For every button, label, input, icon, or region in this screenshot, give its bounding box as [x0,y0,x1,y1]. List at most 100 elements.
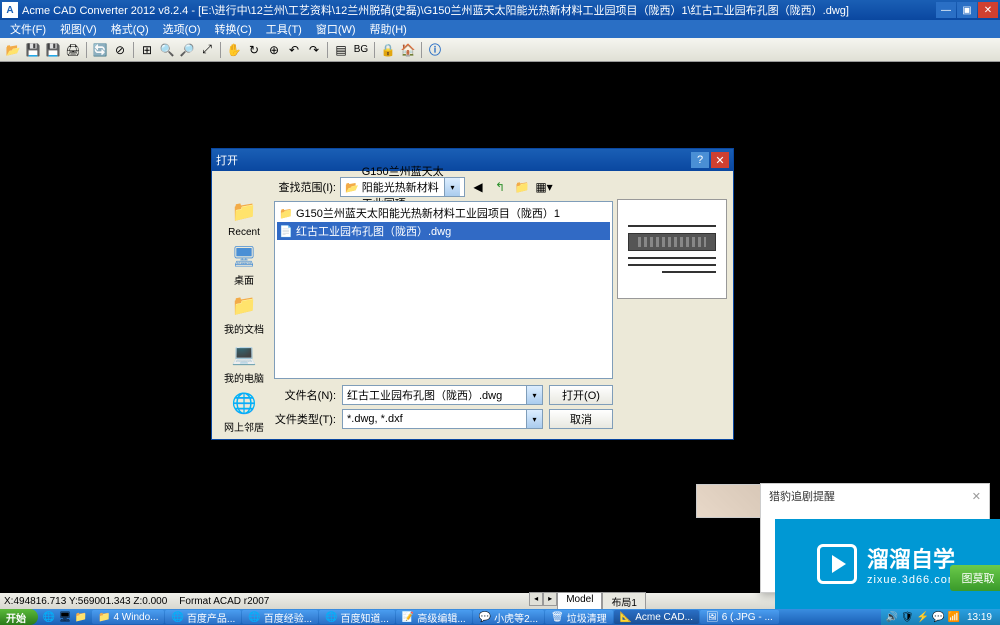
chevron-down-icon[interactable]: ▾ [526,386,542,404]
tab-layout1[interactable]: 布局1 [602,592,646,611]
folder-icon[interactable]: 📁 [74,610,88,624]
menu-options[interactable]: 选项(O) [157,19,207,39]
open-icon[interactable]: 📂 [4,41,22,59]
tab-next-button[interactable]: ▸ [543,592,557,606]
zoom-window-icon[interactable]: ⊞ [138,41,156,59]
lock-icon[interactable]: 🔒 [379,41,397,59]
tab-prev-button[interactable]: ◂ [529,592,543,606]
tray-icon[interactable]: 🔊 [885,612,897,623]
watermark-button[interactable]: 图莫取 [950,565,1000,591]
stop-icon[interactable]: ⊘ [111,41,129,59]
window-title: Acme CAD Converter 2012 v8.2.4 - [E:\进行中… [22,2,936,18]
filename-label: 文件名(N): [274,387,336,403]
desktop-icon: 🖥 [228,242,260,270]
info-icon[interactable]: ⓘ [426,41,444,59]
taskbar-item[interactable]: 🌐百度产品... [165,610,241,624]
taskbar-item[interactable]: 🗑垃圾清理 [545,610,613,624]
notification-thumbnail [696,484,761,518]
format-info: Format ACAD r2007 [179,596,269,607]
toolbar: 📂 💾 💾 🖨 🔄 ⊘ ⊞ 🔍 🔎 ⤢ ✋ ↻ ⊕ ↶ ↷ ▤ BG 🔒 🏠 ⓘ [0,38,1000,62]
desktop-icon[interactable]: 🖥 [58,610,72,624]
taskbar-item[interactable]: 💬小虎等2... [473,610,544,624]
save-all-icon[interactable]: 💾 [44,41,62,59]
taskbar-item[interactable]: 📝高级编辑... [396,610,472,624]
taskbar-item[interactable]: 🖼6 (.JPG - ... [700,610,779,624]
new-folder-button[interactable]: 📁 [513,178,531,196]
places-bar: 📁 Recent 🖥 桌面 📁 我的文档 💻 我的电脑 🌐 网上邻居 [218,177,270,433]
ie-icon[interactable]: 🌐 [42,610,56,624]
print-icon[interactable]: 🖨 [64,41,82,59]
tray-icon[interactable]: 📶 [948,612,960,623]
start-button[interactable]: 开始 [0,609,38,625]
taskbar-item[interactable]: 🌐百度经验... [242,610,318,624]
orbit-icon[interactable]: ⊕ [265,41,283,59]
tray-icon[interactable]: 🛡 [901,612,914,623]
place-label: Recent [220,227,268,238]
menu-file[interactable]: 文件(F) [4,19,52,39]
rotate-icon[interactable]: ↻ [245,41,263,59]
up-button[interactable]: ↰ [491,178,509,196]
menu-help[interactable]: 帮助(H) [364,19,413,39]
zoom-in-icon[interactable]: 🔍 [158,41,176,59]
zoom-out-icon[interactable]: 🔎 [178,41,196,59]
zoom-extents-icon[interactable]: ⤢ [198,41,216,59]
open-button[interactable]: 打开(O) [549,385,613,405]
maximize-button[interactable]: ▣ [957,2,977,18]
quick-launch: 🌐 🖥 📁 [38,610,92,624]
list-item-selected[interactable]: 📄 红古工业园布孔图（陇西）.dwg [277,222,610,240]
file-name: 红古工业园布孔图（陇西）.dwg [296,223,451,239]
bg-toggle[interactable]: BG [352,41,370,59]
watermark: 溜溜自学 zixue.3d66.com 图莫取 [775,519,1000,609]
taskbar-item[interactable]: 📁4 Windo... [92,610,164,624]
menu-convert[interactable]: 转换(C) [209,19,258,39]
layers-icon[interactable]: ▤ [332,41,350,59]
menu-view[interactable]: 视图(V) [54,19,103,39]
chevron-down-icon[interactable]: ▾ [526,410,542,428]
tray-icon[interactable]: ⚡ [917,612,929,623]
place-network[interactable]: 🌐 网上邻居 [220,389,268,434]
minimize-button[interactable]: — [936,2,956,18]
back-button[interactable]: ◀ [469,178,487,196]
pan-icon[interactable]: ✋ [225,41,243,59]
close-button[interactable]: ✕ [978,2,998,18]
clock[interactable]: 13:19 [963,612,996,623]
view-menu-button[interactable]: ▦▾ [535,178,553,196]
place-label: 我的电脑 [220,370,268,385]
home-icon[interactable]: 🏠 [399,41,417,59]
place-mydocs[interactable]: 📁 我的文档 [220,291,268,336]
file-name: G150兰州蓝天太阳能光热新材料工业园项目（陇西）1 [296,205,560,221]
documents-icon: 📁 [228,291,260,319]
tray-icon[interactable]: 💬 [932,612,944,623]
menu-window[interactable]: 窗口(W) [310,19,362,39]
place-recent[interactable]: 📁 Recent [220,197,268,238]
folder-icon: 📁 [228,197,260,225]
tab-model[interactable]: Model [557,592,602,611]
list-item[interactable]: 📁 G150兰州蓝天太阳能光热新材料工业园项目（陇西）1 [277,204,610,222]
cancel-button[interactable]: 取消 [549,409,613,429]
place-mycomputer[interactable]: 💻 我的电脑 [220,340,268,385]
folder-icon: 📁 [279,207,293,220]
place-label: 我的文档 [220,321,268,336]
save-icon[interactable]: 💾 [24,41,42,59]
file-list[interactable]: 📁 G150兰州蓝天太阳能光热新材料工业园项目（陇西）1 📄 红古工业园布孔图（… [274,201,613,379]
taskbar-item[interactable]: 🌐百度知道... [319,610,395,624]
app-icon: A [2,2,18,18]
place-desktop[interactable]: 🖥 桌面 [220,242,268,287]
menu-tools[interactable]: 工具(T) [260,19,308,39]
refresh-icon[interactable]: 🔄 [91,41,109,59]
close-icon[interactable]: ✕ [972,490,981,503]
menu-bar: 文件(F) 视图(V) 格式(Q) 选项(O) 转换(C) 工具(T) 窗口(W… [0,20,1000,38]
lookin-dropdown[interactable]: 📂 G150兰州蓝天太阳能光热新材料工业园项 ▾ [340,177,465,197]
dialog-close-button[interactable]: ✕ [711,152,729,168]
menu-format[interactable]: 格式(Q) [105,19,155,39]
undo-icon[interactable]: ↶ [285,41,303,59]
filetype-dropdown[interactable]: *.dwg, *.dxf ▾ [342,409,543,429]
lookin-label: 查找范围(I): [274,179,336,195]
redo-icon[interactable]: ↷ [305,41,323,59]
filename-value: 红古工业园布孔图（陇西）.dwg [343,387,526,403]
start-label: 开始 [6,610,26,625]
system-tray: 🔊 🛡 ⚡ 💬 📶 13:19 [881,609,1000,625]
dialog-help-button[interactable]: ? [691,152,709,168]
taskbar-item-active[interactable]: 📐Acme CAD... [614,610,699,624]
filename-input[interactable]: 红古工业园布孔图（陇西）.dwg ▾ [342,385,543,405]
